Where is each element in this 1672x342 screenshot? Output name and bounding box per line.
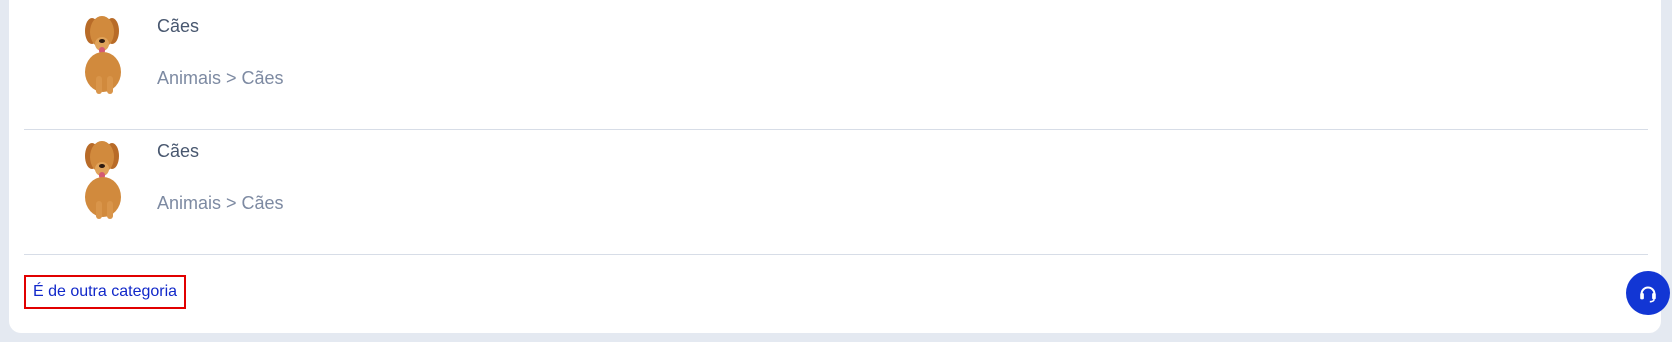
result-title: Cães [157, 16, 200, 36]
dog-thumbnail-icon [85, 141, 121, 219]
other-category-link[interactable]: É de outra categoria [24, 275, 186, 309]
result-title: Cães [157, 141, 200, 161]
support-button[interactable] [1626, 271, 1670, 315]
category-path: Animais > Cães [157, 68, 284, 88]
list-item[interactable]: Cães Animais > Cães [24, 129, 1648, 255]
dog-thumbnail-icon [85, 16, 121, 94]
results-card: Cães Animais > Cães Cães Animais > Cães … [9, 0, 1670, 333]
list-item[interactable]: Cães Animais > Cães [24, 4, 1648, 130]
headset-icon [1640, 286, 1656, 303]
category-path: Animais > Cães [157, 193, 284, 213]
